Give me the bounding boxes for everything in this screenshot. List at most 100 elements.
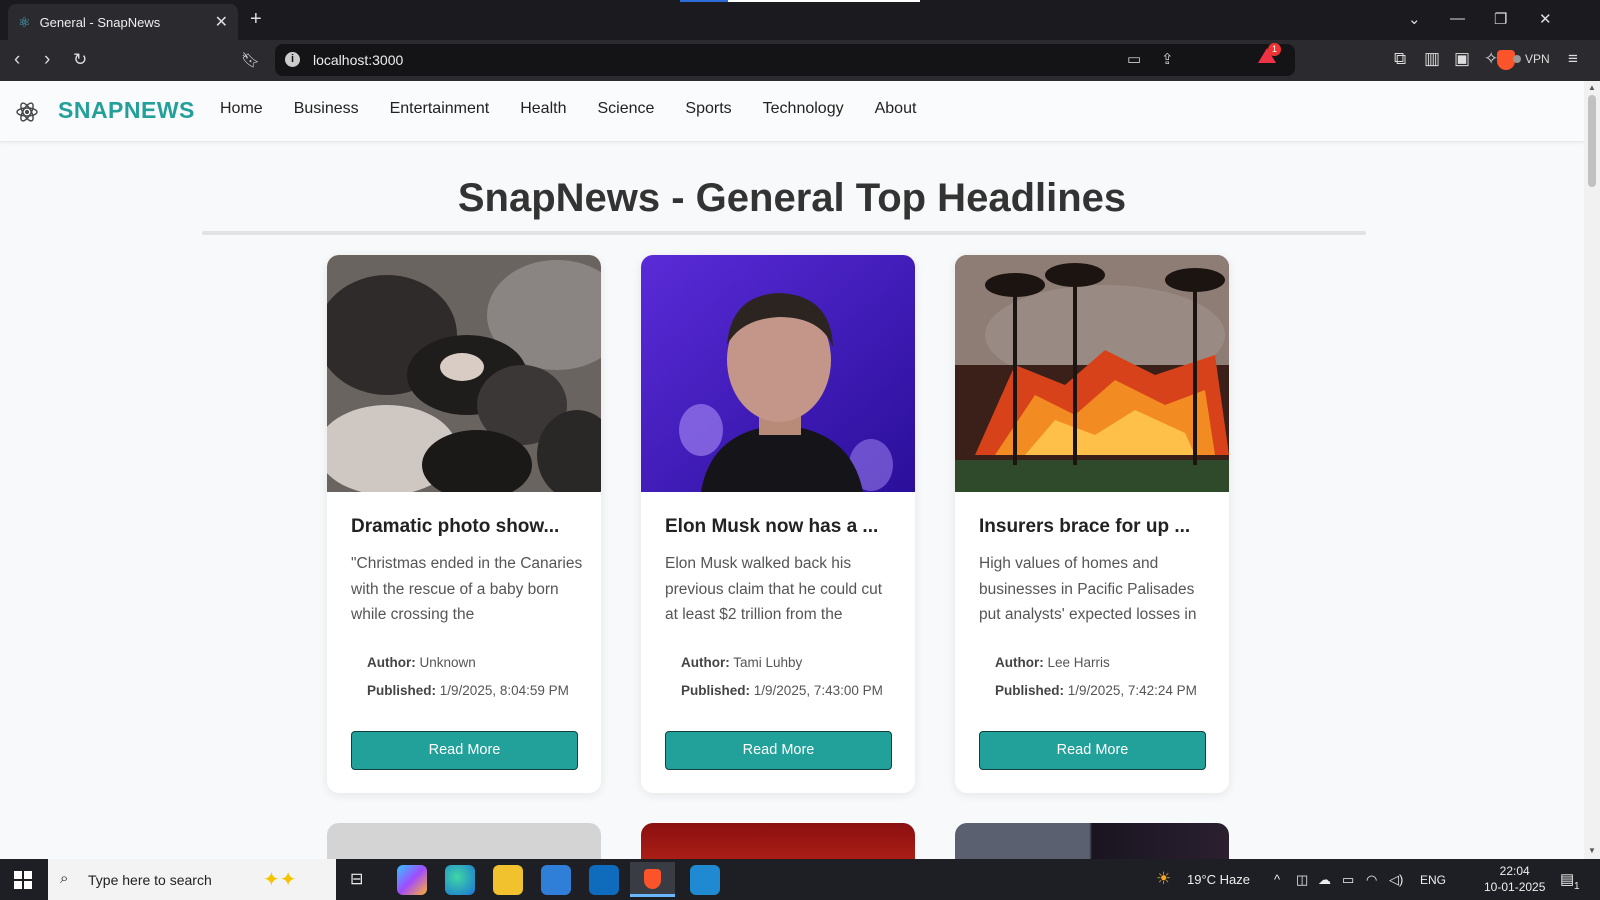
onedrive-icon[interactable]: ☁ (1318, 872, 1331, 888)
article-published: 1/9/2025, 7:43:00 PM (753, 683, 883, 698)
news-image (327, 255, 601, 492)
address-text[interactable]: localhost:3000 (313, 52, 403, 68)
close-tab-icon[interactable]: ✕ (215, 12, 228, 32)
article-published: 1/9/2025, 7:42:24 PM (1067, 683, 1197, 698)
restore-icon[interactable]: ❐ (1494, 10, 1507, 28)
taskbar-clock[interactable]: 22:04 10-01-2025 (1484, 863, 1545, 895)
close-window-icon[interactable]: ✕ (1539, 10, 1552, 28)
search-placeholder[interactable]: Type here to search (88, 872, 212, 888)
article-author: Lee Harris (1047, 655, 1110, 670)
nav-item-business[interactable]: Business (294, 100, 359, 118)
windows-start-icon[interactable] (14, 871, 32, 889)
vscode-icon[interactable] (690, 865, 720, 895)
meet-icon[interactable]: ◫ (1296, 872, 1308, 888)
article-author: Unknown (419, 655, 476, 670)
share-icon[interactable]: ⇪ (1161, 50, 1174, 68)
notification-count: 1 (1574, 881, 1580, 892)
author-label: Author: (681, 655, 730, 670)
article-meta: Author: Unknown Published: 1/9/2025, 8:0… (367, 651, 577, 702)
cast-icon[interactable]: ▭ (1127, 50, 1141, 68)
rewards-badge: 1 (1268, 43, 1281, 56)
nav-item-health[interactable]: Health (520, 100, 566, 118)
notification-icon[interactable]: ▤ (1560, 870, 1574, 888)
article-author: Tami Luhby (733, 655, 803, 670)
author-label: Author: (367, 655, 416, 670)
file-explorer-icon[interactable] (493, 865, 523, 895)
menu-icon[interactable]: ≡ (1568, 49, 1578, 69)
brave-taskbar-icon[interactable] (630, 862, 675, 897)
web-page: SNAPNEWS Home Business Entertainment Hea… (0, 81, 1584, 859)
bookmark-icon[interactable]: 🔖︎ (241, 51, 260, 69)
sidebar-icon[interactable]: ▥ (1424, 49, 1440, 69)
published-label: Published: (367, 683, 437, 698)
extensions-icon[interactable]: ⧉ (1394, 49, 1406, 69)
wifi-icon[interactable]: ◠ (1366, 872, 1377, 888)
news-card-partial (641, 823, 915, 859)
taskbar-search[interactable]: ⌕ Type here to search ✦✦ (48, 859, 336, 900)
news-card-partial (327, 823, 601, 859)
read-more-button[interactable]: Read More (665, 731, 892, 770)
scroll-up-icon[interactable]: ▲ (1588, 83, 1596, 92)
article-title: Insurers brace for up ... (979, 516, 1191, 537)
copilot-icon[interactable] (397, 865, 427, 895)
browser-tab-active[interactable]: ⚛ General - SnapNews ✕ (8, 4, 238, 40)
new-tab-icon[interactable]: + (250, 8, 262, 31)
nav-item-technology[interactable]: Technology (763, 100, 844, 118)
outlook-icon[interactable] (589, 865, 619, 895)
scrollbar-thumb[interactable] (1588, 95, 1596, 187)
author-label: Author: (995, 655, 1044, 670)
task-view-icon[interactable]: ⊟ (350, 869, 363, 889)
page-scrollbar[interactable]: ▲ ▼ (1584, 81, 1600, 859)
browser-toolbar: ‹ › ↻ 🔖︎ i localhost:3000 ▭ ⇪ 1 ⧉ ▥ ▣ ✧ … (0, 40, 1600, 81)
atom-logo-icon[interactable] (15, 100, 39, 124)
react-favicon-icon: ⚛ (18, 13, 31, 30)
news-image (955, 255, 1229, 492)
nav-item-about[interactable]: About (875, 100, 917, 118)
store-icon[interactable] (541, 865, 571, 895)
wallet-icon[interactable]: ▣ (1454, 49, 1470, 69)
tray-chevron-icon[interactable]: ^ (1274, 872, 1280, 887)
read-more-button[interactable]: Read More (351, 731, 578, 770)
browser-tab-strip: ⚛ General - SnapNews ✕ + ⌄ — ❐ ✕ (0, 0, 1600, 40)
tab-search-chevron-icon[interactable]: ⌄ (1408, 10, 1421, 28)
minimize-icon[interactable]: — (1450, 10, 1465, 27)
nav-item-science[interactable]: Science (597, 100, 654, 118)
battery-icon[interactable]: ▭ (1342, 872, 1354, 888)
forward-icon[interactable]: › (44, 49, 50, 71)
brand-logo[interactable]: SNAPNEWS (58, 97, 195, 124)
article-description: Elon Musk walked back his previous claim… (665, 555, 883, 623)
article-description: "Christmas ended in the Canaries with th… (351, 555, 583, 623)
reload-icon[interactable]: ↻ (73, 50, 87, 70)
back-icon[interactable]: ‹ (14, 49, 20, 71)
news-image (641, 255, 915, 492)
article-published: 1/9/2025, 8:04:59 PM (439, 683, 569, 698)
news-card: Dramatic photo show... "Christmas ended … (327, 255, 601, 793)
news-card: Insurers brace for up ... High values of… (955, 255, 1229, 793)
search-icon: ⌕ (60, 870, 69, 887)
scroll-down-icon[interactable]: ▼ (1588, 846, 1596, 855)
title-divider (202, 231, 1366, 235)
nav-item-home[interactable]: Home (220, 100, 263, 118)
weather-text[interactable]: 19°C Haze (1187, 872, 1250, 887)
vpn-button[interactable]: VPN (1513, 52, 1550, 66)
article-title: Dramatic photo show... (351, 516, 560, 537)
language-indicator[interactable]: ENG (1420, 873, 1446, 887)
search-highlight-icon: ✦✦ (263, 869, 297, 891)
weather-icon[interactable]: ☀ (1156, 869, 1171, 889)
edge-icon[interactable] (445, 865, 475, 895)
article-meta: Author: Lee Harris Published: 1/9/2025, … (995, 651, 1205, 702)
article-meta: Author: Tami Luhby Published: 1/9/2025, … (681, 651, 891, 702)
clock-time: 22:04 (1499, 864, 1530, 878)
leo-ai-icon[interactable]: ✧ (1484, 49, 1498, 69)
nav-item-entertainment[interactable]: Entertainment (390, 100, 490, 118)
article-description: High values of homes and businesses in P… (979, 555, 1197, 623)
published-label: Published: (995, 683, 1065, 698)
tab-title: General - SnapNews (39, 14, 161, 30)
clock-date: 10-01-2025 (1484, 880, 1546, 894)
read-more-button[interactable]: Read More (979, 731, 1206, 770)
nav-item-sports[interactable]: Sports (685, 100, 731, 118)
address-bar[interactable]: i localhost:3000 ▭ ⇪ (275, 44, 1515, 76)
page-title: SnapNews - General Top Headlines (457, 176, 1127, 220)
volume-icon[interactable]: ◁) (1389, 872, 1403, 888)
site-info-icon[interactable]: i (285, 52, 300, 67)
